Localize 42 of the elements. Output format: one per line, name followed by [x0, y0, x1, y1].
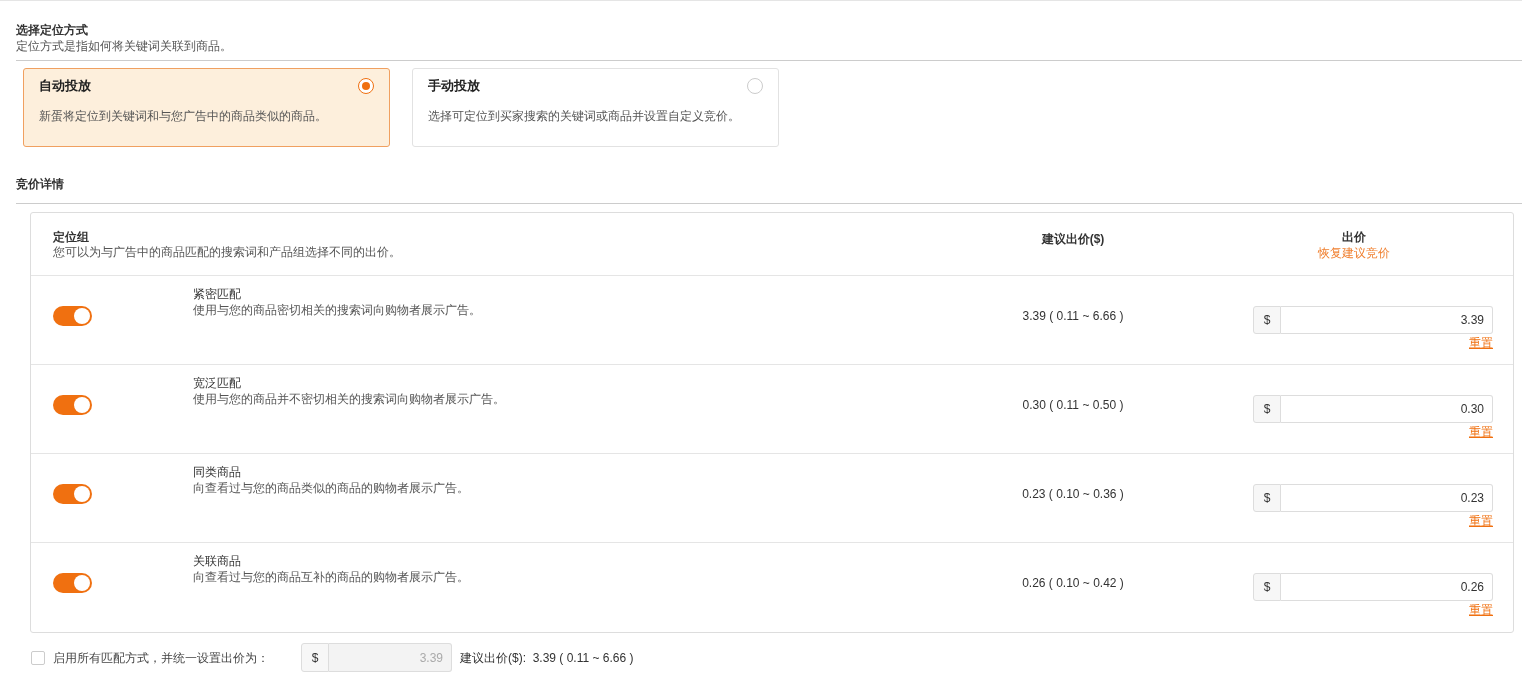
match-type-description: 使用与您的商品密切相关的搜索词向购物者展示广告。 — [193, 302, 482, 318]
currency-prefix: $ — [1253, 395, 1281, 423]
targeting-option-card[interactable]: 手动投放 选择可定位到买家搜索的关键词或商品并设置自定义竞价。 — [412, 68, 779, 147]
option-label: 手动投放 — [428, 77, 480, 95]
match-type-description: 向查看过与您的商品类似的商品的购物者展示广告。 — [193, 480, 470, 496]
toggle-switch[interactable] — [53, 395, 92, 415]
bid-input[interactable]: 0.30 — [1281, 395, 1493, 423]
section-title: 选择定位方式 — [16, 22, 89, 38]
column-header: 出价 — [1342, 230, 1366, 245]
bid-input[interactable]: 0.26 — [1281, 573, 1493, 601]
section-description: 定位方式是指如何将关键词关联到商品。 — [16, 38, 233, 54]
checkbox-label: 启用所有匹配方式，并统一设置出价为： — [53, 649, 270, 667]
match-type-name: 关联商品 — [193, 553, 242, 569]
column-header: 定位组 — [53, 230, 90, 245]
currency-prefix: $ — [1253, 484, 1281, 512]
match-type-name: 紧密匹配 — [193, 286, 242, 302]
option-label: 自动投放 — [39, 77, 91, 95]
targeting-option-card[interactable]: 自动投放 新蛋将定位到关键词和与您广告中的商品类似的商品。 — [23, 68, 390, 147]
match-type-description: 使用与您的商品并不密切相关的搜索词向购物者展示广告。 — [193, 391, 506, 407]
column-description: 您可以为与广告中的商品匹配的搜索词和产品组选择不同的出价。 — [53, 245, 402, 260]
radio-button[interactable] — [747, 77, 763, 94]
column-header: 建议出价($) — [1041, 232, 1105, 246]
toggle-switch[interactable] — [53, 484, 92, 504]
section-title: 竞价详情 — [16, 176, 65, 192]
match-type-description: 向查看过与您的商品互补的商品的购物者展示广告。 — [193, 569, 470, 585]
option-description: 选择可定位到买家搜索的关键词或商品并设置自定义竞价。 — [428, 107, 741, 125]
currency-prefix: $ — [301, 643, 329, 672]
suggested-bid: 0.26 ( 0.10 ~ 0.42 ) — [1022, 576, 1124, 590]
suggested-bid: 建议出价($): 3.39 ( 0.11 ~ 6.66 ) — [460, 649, 634, 667]
suggested-bid: 0.23 ( 0.10 ~ 0.36 ) — [1022, 487, 1124, 501]
currency-prefix: $ — [1253, 573, 1281, 601]
toggle-switch[interactable] — [53, 306, 92, 326]
toggle-switch[interactable] — [53, 573, 92, 593]
suggested-bid: 3.39 ( 0.11 ~ 6.66 ) — [1022, 309, 1124, 323]
bid-input[interactable]: 3.39 — [1281, 306, 1493, 334]
option-description: 新蛋将定位到关键词和与您广告中的商品类似的商品。 — [39, 107, 328, 125]
match-type-name: 同类商品 — [193, 464, 242, 480]
suggested-bid: 0.30 ( 0.11 ~ 0.50 ) — [1022, 398, 1124, 412]
match-type-name: 宽泛匹配 — [193, 375, 242, 391]
bid-input[interactable]: 0.23 — [1281, 484, 1493, 512]
radio-button[interactable] — [358, 77, 374, 94]
currency-prefix: $ — [1253, 306, 1281, 334]
